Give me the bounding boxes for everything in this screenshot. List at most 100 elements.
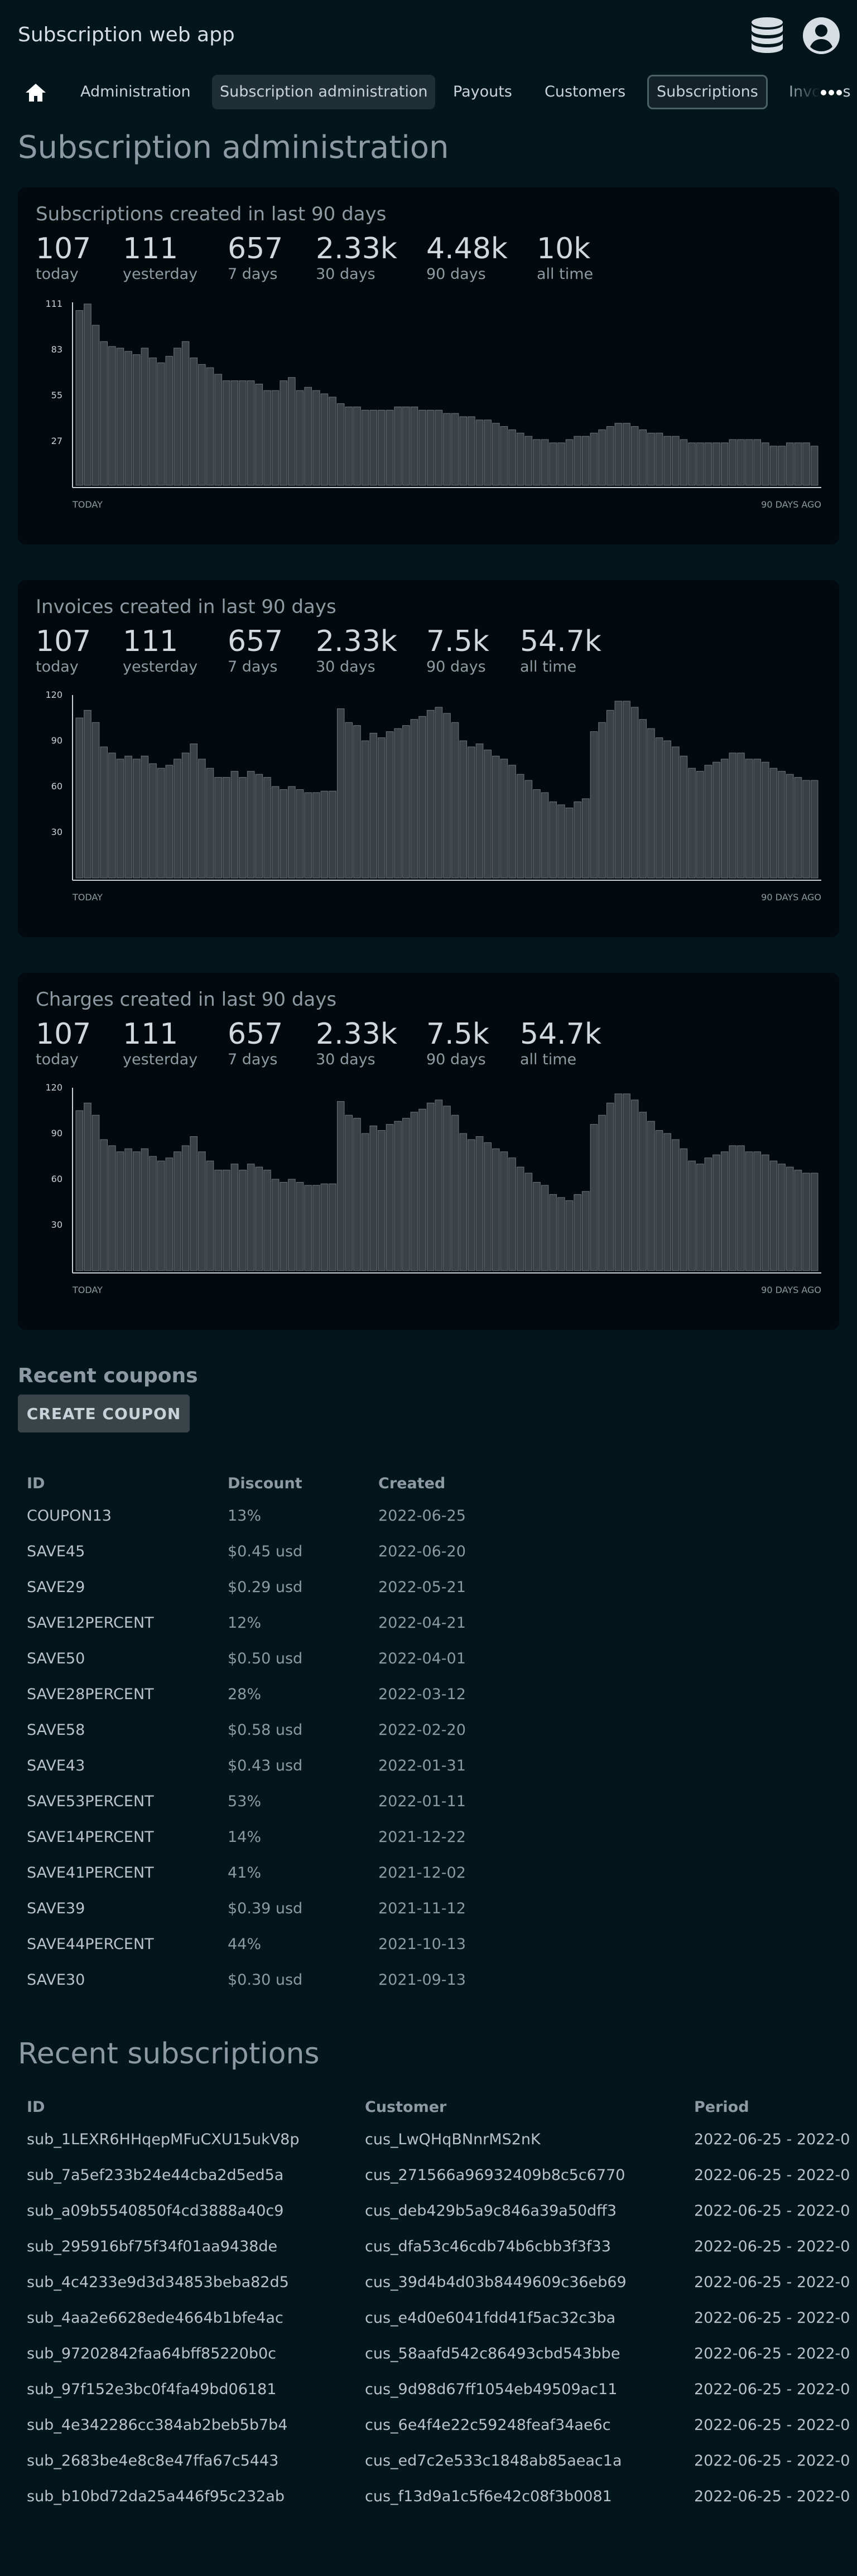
table-row: sub_4aa2e6628ede4664b1bfe4ac cus_e4d0e604… <box>18 2302 857 2337</box>
stat-value: 107 <box>36 232 92 266</box>
chart-bar <box>222 380 230 486</box>
chart-bar <box>623 1093 630 1271</box>
account-circle-icon[interactable] <box>802 17 840 55</box>
coupon-id: SAVE30 <box>27 1971 85 1989</box>
subscription-customer: cus_dfa53c46cdb74b6cbb3f3f33 <box>365 2238 611 2255</box>
y-tick-label: 27 <box>51 436 62 446</box>
chart-bar <box>402 406 410 486</box>
x-axis-label-today: TODAY <box>72 892 103 903</box>
chart-bar <box>198 364 206 486</box>
chart-bar <box>75 1110 84 1271</box>
chart-bar <box>304 792 312 879</box>
nav-item-customers[interactable]: Customers <box>537 75 633 109</box>
more-horizontal-icon[interactable] <box>819 81 844 104</box>
chart-bar <box>720 442 729 486</box>
coupon-discount: $0.58 usd <box>228 1721 303 1739</box>
chart-bar <box>222 1170 230 1271</box>
chart-bar <box>149 763 157 879</box>
table-row: sub_295916bf75f34f01aa9438de cus_dfa53c46… <box>18 2230 857 2266</box>
coupon-id: SAVE14PERCENT <box>27 1829 154 1846</box>
chart-bar <box>516 432 524 486</box>
chart-bar <box>75 717 84 879</box>
chart-bar <box>794 1170 802 1271</box>
coupon-discount: $0.50 usd <box>228 1650 303 1667</box>
coupon-created: 2022-01-31 <box>378 1757 466 1774</box>
chart-bar <box>443 413 451 486</box>
chart-bar <box>712 761 720 879</box>
coupon-id: SAVE29 <box>27 1579 85 1596</box>
chart-bar <box>141 348 149 486</box>
chart-bar <box>565 1200 574 1271</box>
create-coupon-button[interactable]: CREATE COUPON <box>18 1395 190 1432</box>
chart-bar <box>712 1154 720 1271</box>
chart-bar <box>475 419 484 486</box>
chart-bar <box>84 1102 92 1271</box>
nav-item-subscriptions[interactable]: Subscriptions <box>647 75 768 109</box>
chart-bar <box>753 439 761 486</box>
database-icon[interactable] <box>750 17 784 54</box>
table-row: SAVE44PERCENT 44% 2021-10-13 <box>18 1928 857 1964</box>
stat-value: 2.33k <box>316 232 397 266</box>
chart-bar <box>680 1148 688 1271</box>
nav-item-administration[interactable]: Administration <box>73 75 199 109</box>
chart-bar <box>737 439 745 486</box>
coupon-discount: 14% <box>228 1829 262 1846</box>
home-icon[interactable] <box>23 80 48 105</box>
chart-bar <box>75 310 84 486</box>
chart-bar <box>386 409 394 486</box>
stat-label: today <box>36 658 79 676</box>
stat-value: 54.7k <box>520 625 601 658</box>
chart-bar <box>124 755 132 879</box>
chart-bar <box>304 387 312 486</box>
table-row: sub_2683be4e8c8e47ffa67c5443 cus_ed7c2e53… <box>18 2444 857 2480</box>
chart-bar <box>459 416 468 486</box>
chart-bar <box>508 1157 516 1271</box>
chart-bar <box>582 798 590 879</box>
table-row: SAVE58 $0.58 usd 2022-02-20 <box>18 1714 857 1749</box>
chart-bar <box>280 380 288 486</box>
table-row: sub_97f152e3bc0f4fa49bd06181 cus_9d98d67f… <box>18 2373 857 2409</box>
coupon-created: 2021-12-22 <box>378 1829 466 1846</box>
stat-all-time: 54.7k all time <box>520 1017 601 1069</box>
chart-bar <box>729 752 737 879</box>
chart-bar <box>402 725 410 879</box>
chart-bar <box>369 732 378 879</box>
coupon-id: SAVE53PERCENT <box>27 1793 154 1810</box>
nav-item-payouts[interactable]: Payouts <box>445 75 520 109</box>
nav-item-subscription-administration[interactable]: Subscription administration <box>212 75 436 109</box>
chart-bar <box>84 303 92 486</box>
chart-bar <box>696 771 704 879</box>
app-bar: Subscription web app <box>0 0 857 68</box>
subscription-customer: cus_6e4f4e22c59248feaf34ae6c <box>365 2416 611 2434</box>
subscription-period: 2022-06-25 - 2022-0 <box>694 2274 850 2291</box>
chart-bar <box>394 728 402 879</box>
coupon-id: SAVE43 <box>27 1757 85 1774</box>
chart-bar <box>647 432 655 486</box>
chart-bar <box>157 768 165 879</box>
stat-value: 10k <box>537 232 591 266</box>
chart-bar <box>663 1133 671 1271</box>
stat-value: 107 <box>36 1017 92 1051</box>
chart-bar <box>598 722 606 879</box>
chart-bar <box>165 765 174 879</box>
chart-bar <box>484 1142 492 1271</box>
stat-90-days: 7.5k 90 days <box>426 1017 489 1069</box>
y-tick-label: 111 <box>45 298 62 309</box>
chart-bar <box>786 1166 794 1271</box>
chart-bar <box>378 737 386 879</box>
chart-bar <box>468 1139 475 1271</box>
chart-bar <box>655 737 663 879</box>
coupon-discount: 13% <box>228 1507 262 1525</box>
chart-bar <box>802 780 810 879</box>
chart-bar <box>524 780 533 879</box>
chart-bar <box>222 777 230 879</box>
chart-bar <box>418 716 426 879</box>
subscription-customer: cus_f13d9a1c5f6e42c08f3b0081 <box>365 2488 612 2505</box>
charges-chart-card: Charges created in last 90 days 107 today… <box>18 973 839 1330</box>
chart-bar <box>630 707 639 879</box>
y-tick-label: 30 <box>51 827 62 837</box>
chart-bar <box>623 701 630 879</box>
stat-label: 90 days <box>426 1051 486 1068</box>
chart-bar <box>214 374 222 486</box>
chart-bar <box>582 436 590 486</box>
